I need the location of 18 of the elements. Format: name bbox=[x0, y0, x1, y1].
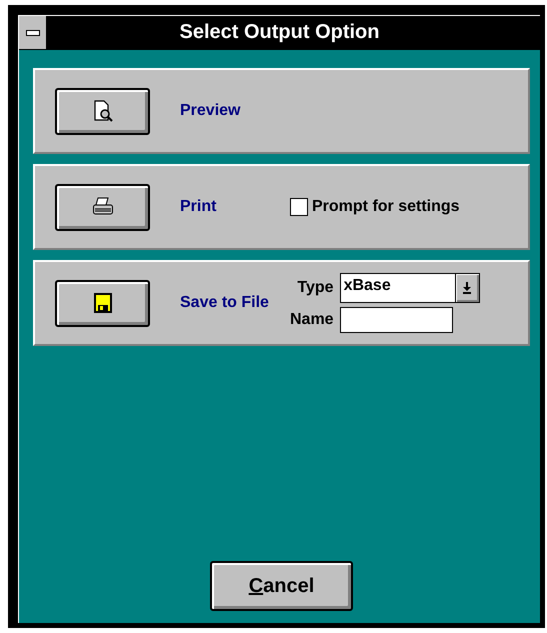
type-dropdown[interactable]: xBase bbox=[340, 273, 480, 303]
name-label: Name bbox=[290, 311, 334, 329]
option-label: Save to File bbox=[180, 294, 270, 312]
preview-button[interactable] bbox=[55, 88, 150, 134]
magnifier-page-icon bbox=[92, 100, 114, 122]
cancel-button[interactable]: Cancel bbox=[210, 561, 353, 611]
window-title: Select Output Option bbox=[178, 21, 380, 44]
save-button[interactable] bbox=[55, 280, 150, 326]
system-menu-button[interactable] bbox=[19, 16, 47, 49]
type-label: Type bbox=[296, 279, 334, 297]
print-button[interactable] bbox=[55, 184, 150, 230]
dropdown-button[interactable] bbox=[454, 274, 479, 302]
option-label: Print bbox=[180, 198, 218, 216]
printer-icon bbox=[92, 197, 114, 217]
option-label: Preview bbox=[180, 102, 242, 120]
prompt-checkbox[interactable]: Prompt for settings bbox=[290, 198, 460, 216]
down-arrow-icon bbox=[462, 282, 472, 294]
name-input[interactable] bbox=[340, 307, 453, 333]
